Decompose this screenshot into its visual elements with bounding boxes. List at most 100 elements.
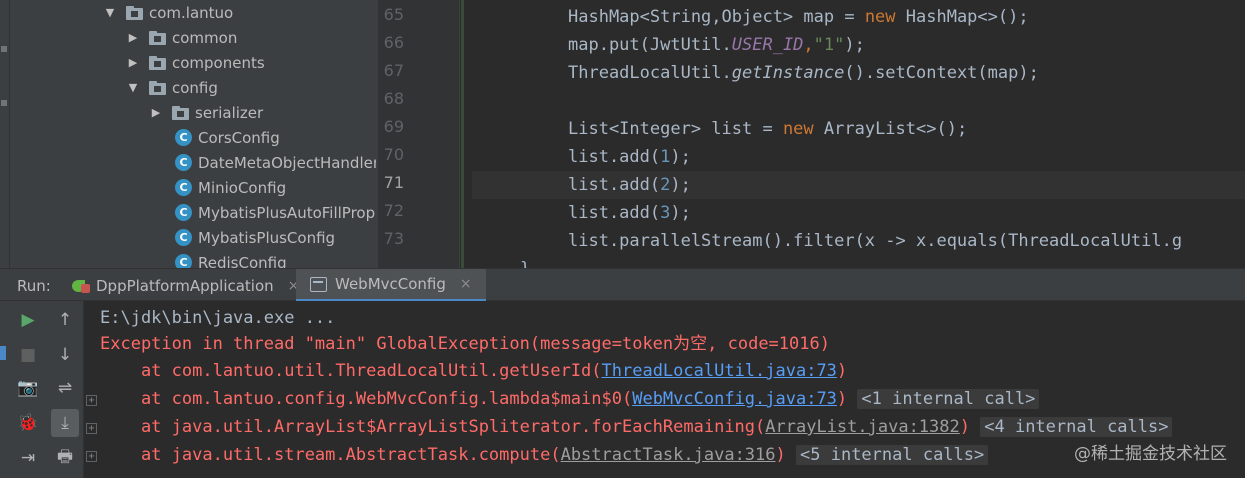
line-number: 66 — [383, 33, 404, 52]
soft-wrap-button[interactable]: ⇌ — [51, 374, 79, 402]
expand-fold-icon[interactable]: + — [86, 451, 97, 462]
console-command-line: E:\jdk\bin\java.exe ... — [100, 308, 336, 328]
internal-calls-fold[interactable]: <4 internal calls> — [980, 417, 1173, 437]
arrow-up-icon: ↑ — [57, 310, 73, 330]
code-line-72: list.add(3); — [568, 203, 691, 223]
line-number-current: 71 — [383, 173, 404, 192]
next-occurrence-button[interactable]: ↓ — [51, 341, 79, 369]
arrow-down-icon: ↓ — [57, 345, 73, 365]
tree-item-serializer[interactable]: ▶ serializer — [150, 100, 263, 125]
expand-fold-icon[interactable]: + — [86, 423, 97, 434]
line-number: 72 — [383, 201, 404, 220]
chevron-right-icon[interactable]: ▶ — [127, 31, 139, 44]
dump-threads-button[interactable]: 📷 — [14, 374, 42, 402]
tool-window-marker[interactable] — [0, 346, 6, 360]
code-line-66: map.put(JwtUtil.USER_ID,"1"); — [568, 35, 865, 55]
tree-item-label: MinioConfig — [198, 178, 287, 197]
tree-item-label: components — [172, 53, 265, 72]
project-tree: ▼ com.lantuo ▶ common ▶ components ▼ con… — [10, 0, 378, 268]
class-icon: C — [175, 129, 192, 146]
code-line-69: List<Integer> list = new ArrayList<>(); — [568, 119, 968, 139]
line-number-gutter: 65 66 67 68 69 70 71 72 73 — [378, 0, 460, 268]
code-editor[interactable]: HashMap<String,Object> map = new HashMap… — [472, 0, 1245, 268]
left-tool-strip — [0, 0, 10, 268]
tree-item-label: common — [172, 28, 238, 47]
tree-item-label: DateMetaObjectHandler — [198, 153, 378, 172]
line-number: 70 — [383, 145, 404, 164]
source-link[interactable]: ArrayList.java:1382 — [765, 417, 959, 437]
expand-fold-icon[interactable]: + — [86, 395, 97, 406]
internal-calls-fold[interactable]: <5 internal calls> — [796, 445, 989, 465]
package-folder-icon — [149, 55, 166, 70]
stack-frame: at java.util.ArrayList$ArrayListSplitera… — [100, 413, 1173, 441]
tree-item-com-lantuo[interactable]: ▼ com.lantuo — [104, 0, 233, 25]
tree-item-label: com.lantuo — [149, 3, 234, 22]
scroll-to-end-button[interactable]: ⤓ — [51, 409, 79, 437]
line-number: 67 — [383, 61, 404, 80]
chevron-right-icon[interactable]: ▶ — [150, 106, 162, 119]
print-button[interactable]: 🖶 — [51, 444, 79, 472]
tab-dppplatformapplication[interactable]: DppPlatformApplication × — [62, 269, 309, 302]
class-icon: C — [175, 229, 192, 246]
stop-button[interactable]: ■ — [14, 341, 42, 369]
code-line-65: HashMap<String,Object> map = new HashMap… — [568, 7, 1029, 27]
tree-item-mybatisplusautofillproperties[interactable]: C MybatisPlusAutoFillProperties — [175, 200, 378, 225]
console-exception-line: Exception in thread "main" GlobalExcepti… — [100, 334, 830, 354]
tree-item-label: RedisConfig — [198, 253, 287, 269]
tree-item-label: CorsConfig — [198, 128, 280, 147]
run-label: Run: — [17, 277, 51, 295]
class-icon: C — [175, 179, 192, 196]
tree-item-common[interactable]: ▶ common — [127, 25, 238, 50]
tree-item-label: serializer — [195, 103, 264, 122]
soft-wrap-icon: ⇌ — [57, 378, 73, 398]
tool-window-marker[interactable] — [1, 100, 7, 106]
package-folder-icon — [149, 80, 166, 95]
exit-button[interactable]: ⇥ — [14, 444, 42, 472]
chevron-right-icon[interactable]: ▶ — [127, 56, 139, 69]
play-icon: ▶ — [21, 310, 35, 330]
stop-icon: ■ — [19, 345, 37, 365]
tree-item-label: MybatisPlusAutoFillProperties — [198, 203, 378, 222]
debug-button[interactable]: 🐞 — [14, 409, 42, 437]
code-line-73: list.parallelStream().filter(x -> x.equa… — [568, 231, 1183, 251]
tree-item-label: config — [172, 78, 218, 97]
tab-webmvcconfig[interactable]: WebMvcConfig × — [296, 269, 486, 302]
bug-icon: 🐞 — [17, 413, 39, 433]
tree-item-components[interactable]: ▶ components — [127, 50, 265, 75]
tree-item-redisconfig[interactable]: C RedisConfig — [175, 250, 287, 268]
run-tool-window-header: Run: DppPlatformApplication × WebMvcConf… — [0, 268, 1245, 302]
run-toolbar-secondary: ↑ ↓ ⇌ ⤓ 🖶 — [46, 301, 84, 478]
previous-occurrence-button[interactable]: ↑ — [51, 306, 79, 334]
run-toolbar-primary: ▶ ■ 📷 🐞 ⇥ — [10, 301, 46, 478]
stack-frame: at com.lantuo.config.WebMvcConfig.lambda… — [100, 385, 1040, 413]
class-icon: C — [175, 154, 192, 171]
line-number: 68 — [383, 89, 404, 108]
tool-window-marker[interactable] — [1, 46, 7, 52]
spring-app-icon — [72, 278, 90, 294]
chevron-down-icon[interactable]: ▼ — [104, 6, 116, 19]
source-link[interactable]: ThreadLocalUtil.java:73 — [602, 361, 837, 381]
internal-calls-fold[interactable]: <1 internal call> — [857, 389, 1040, 409]
exit-icon: ⇥ — [20, 448, 36, 468]
left-tool-strip-lower — [0, 301, 10, 478]
tree-item-minioconfig[interactable]: C MinioConfig — [175, 175, 286, 200]
line-number: 69 — [383, 117, 404, 136]
line-number: 73 — [383, 229, 404, 248]
source-link[interactable]: WebMvcConfig.java:73 — [632, 389, 837, 409]
console-output[interactable]: E:\jdk\bin\java.exe ... Exception in thr… — [84, 301, 1245, 478]
print-icon: 🖶 — [56, 446, 74, 467]
close-icon[interactable]: × — [460, 276, 472, 292]
tree-item-mybatisplusconfig[interactable]: C MybatisPlusConfig — [175, 225, 335, 250]
tree-item-config[interactable]: ▼ config — [127, 75, 218, 100]
tree-item-label: MybatisPlusConfig — [198, 228, 336, 247]
rerun-button[interactable]: ▶ — [14, 306, 42, 334]
chevron-down-icon[interactable]: ▼ — [127, 81, 139, 94]
camera-icon: 📷 — [17, 378, 39, 398]
config-icon — [310, 276, 327, 292]
vcs-change-bar — [460, 0, 472, 268]
source-link[interactable]: AbstractTask.java:316 — [561, 445, 776, 465]
tree-item-datemetaobjecthandler[interactable]: C DateMetaObjectHandler — [175, 150, 378, 175]
tree-item-corsconfig[interactable]: C CorsConfig — [175, 125, 280, 150]
stack-frame: at com.lantuo.util.ThreadLocalUtil.getUs… — [100, 361, 848, 381]
code-line-70: list.add(1); — [568, 147, 691, 167]
